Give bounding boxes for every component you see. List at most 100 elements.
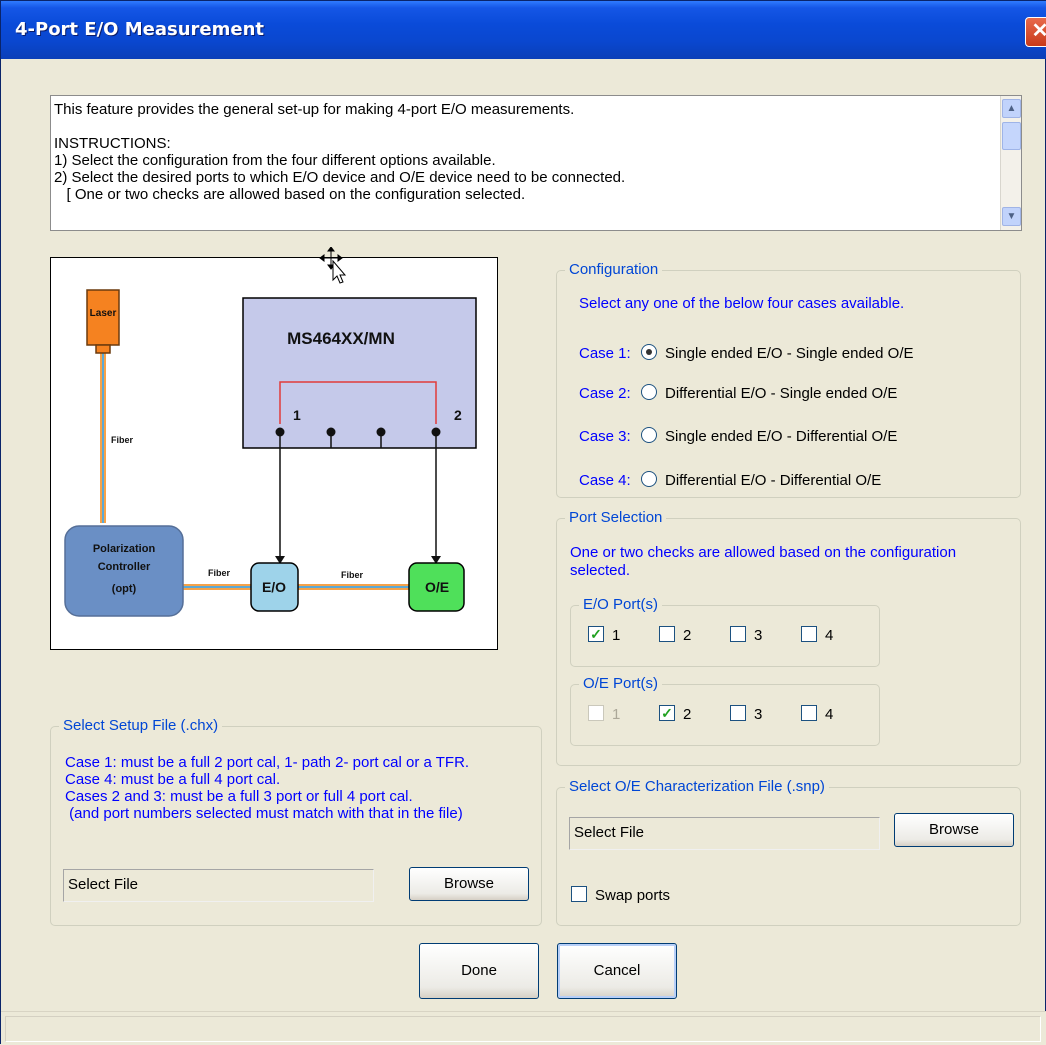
status-pane (5, 1016, 1041, 1042)
eo-label: E/O (262, 579, 286, 595)
case-text: Single ended E/O - Differential O/E (665, 428, 898, 445)
status-bar (1, 1011, 1046, 1045)
pc-label-line1: Polarization (93, 543, 156, 555)
configuration-legend: Configuration (565, 261, 663, 278)
setup-note-1: Case 1: must be a full 2 port cal, 1- pa… (65, 754, 470, 771)
case-3-radio[interactable] (641, 427, 657, 444)
eo-ports-legend: E/O Port(s) (579, 596, 663, 613)
checkbox-box (730, 705, 746, 722)
setup-file-group: Select Setup File (.chx) Case 1: must be… (50, 717, 542, 926)
eo-port-2-checkbox[interactable]: 2 (659, 626, 691, 646)
laser-label: Laser (90, 308, 117, 319)
case-label: Case 4: (579, 472, 631, 489)
case-3-option[interactable]: Case 3: Single ended E/O - Differential O… (579, 427, 897, 447)
case-2-option[interactable]: Case 2: Differential E/O - Single ended O… (579, 384, 897, 404)
oe-port-2-checkbox[interactable]: ✓ 2 (659, 705, 691, 725)
info-line: This feature provides the general set-up… (54, 101, 575, 118)
vna-box (242, 297, 477, 449)
oe-label: O/E (425, 579, 449, 595)
case-4-option[interactable]: Case 4: Differential E/O - Differential O… (579, 471, 881, 491)
move-cursor-icon (319, 247, 347, 284)
swap-ports-label: Swap ports (595, 887, 671, 904)
info-scrollbar[interactable]: ▲ ▼ (1000, 96, 1021, 230)
pc-label-line2: Controller (98, 561, 151, 573)
check-icon: ✓ (588, 626, 604, 643)
check-icon: ✓ (659, 705, 675, 722)
eo-port-1-checkbox[interactable]: ✓ 1 (588, 626, 620, 646)
window-title: 4-Port E/O Measurement (15, 19, 265, 40)
instructions-textbox[interactable]: This feature provides the general set-up… (50, 95, 1022, 231)
case-4-radio[interactable] (641, 471, 657, 488)
setup-note-2: Case 4: must be a full 4 port cal. (65, 771, 281, 788)
configuration-prompt: Select any one of the below four cases a… (579, 295, 905, 312)
port-note-line2: selected. (570, 562, 631, 579)
pc-label-line3: (opt) (112, 583, 137, 595)
fiber-label: Fiber (111, 435, 134, 445)
oe-ports-group: O/E Port(s) 1 ✓ 2 3 4 (570, 675, 880, 746)
eo-port-4-checkbox[interactable]: 4 (801, 626, 833, 646)
oe-port-4-label: 4 (825, 706, 834, 723)
info-line (54, 118, 1021, 135)
case-text: Differential E/O - Differential O/E (665, 472, 882, 489)
setup-note-3: Cases 2 and 3: must be a full 3 port or … (65, 788, 413, 805)
port2-label: 2 (454, 407, 462, 423)
oe-port-1-label: 1 (612, 706, 621, 723)
setup-note-4: (and port numbers selected must match wi… (65, 805, 463, 822)
vna-label: MS464XX/MN (287, 329, 395, 348)
title-bar: 4-Port E/O Measurement ✕ (1, 1, 1046, 59)
checkbox-box (571, 886, 587, 903)
case-1-option[interactable]: Case 1: Single ended E/O - Single ended O… (579, 344, 914, 364)
checkbox-box (801, 705, 817, 722)
oe-port-4-checkbox[interactable]: 4 (801, 705, 833, 725)
setup-file-field[interactable]: Select File (63, 869, 374, 902)
eo-port-4-label: 4 (825, 627, 834, 644)
port-note-line1: One or two checks are allowed based on t… (570, 544, 957, 561)
case-label: Case 2: (579, 385, 631, 402)
info-line: INSTRUCTIONS: (54, 135, 171, 152)
oe-ports-legend: O/E Port(s) (579, 675, 663, 692)
oe-port-3-checkbox[interactable]: 3 (730, 705, 762, 725)
oe-file-group: Select O/E Characterization File (.snp) … (556, 778, 1021, 926)
close-icon: ✕ (1031, 20, 1046, 42)
swap-ports-checkbox[interactable]: Swap ports (571, 886, 670, 906)
case-text: Single ended E/O - Single ended O/E (665, 345, 914, 362)
case-label: Case 3: (579, 428, 631, 445)
fiber-label: Fiber (208, 568, 231, 578)
oe-port-1-checkbox: 1 (588, 705, 620, 725)
eo-port-3-label: 3 (754, 627, 763, 644)
scroll-thumb[interactable] (1002, 122, 1021, 150)
port-selection-legend: Port Selection (565, 509, 667, 526)
scroll-down-icon[interactable]: ▼ (1002, 207, 1021, 226)
info-line: 2) Select the desired ports to which E/O… (54, 169, 626, 186)
case-label: Case 1: (579, 345, 631, 362)
info-line: [ One or two checks are allowed based on… (54, 186, 526, 203)
oe-port-2-label: 2 (683, 706, 692, 723)
checkbox-box (801, 626, 817, 643)
cancel-button[interactable]: Cancel (557, 943, 677, 999)
oe-port-3-label: 3 (754, 706, 763, 723)
port1-label: 1 (293, 407, 301, 423)
setup-diagram: Laser Fiber Fiber Fiber Polarization Con… (50, 257, 498, 650)
checkbox-box (730, 626, 746, 643)
eo-port-3-checkbox[interactable]: 3 (730, 626, 762, 646)
port-selection-group: Port Selection One or two checks are all… (556, 509, 1021, 766)
configuration-group: Configuration Select any one of the belo… (556, 261, 1021, 498)
case-2-radio[interactable] (641, 384, 657, 401)
close-button[interactable]: ✕ (1025, 17, 1046, 47)
done-button[interactable]: Done (419, 943, 539, 999)
eo-ports-group: E/O Port(s) ✓ 1 2 3 4 (570, 596, 880, 667)
case-1-radio[interactable] (641, 344, 657, 361)
setup-file-legend: Select Setup File (.chx) (59, 717, 223, 734)
oe-browse-button[interactable]: Browse (894, 813, 1014, 847)
oe-file-field[interactable]: Select File (569, 817, 880, 850)
eo-port-1-label: 1 (612, 627, 621, 644)
checkbox-box (659, 626, 675, 643)
case-text: Differential E/O - Single ended O/E (665, 385, 898, 402)
setup-browse-button[interactable]: Browse (409, 867, 529, 901)
eo-port-2-label: 2 (683, 627, 692, 644)
dialog-window: 4-Port E/O Measurement ✕ This feature pr… (0, 0, 1046, 1045)
checkbox-box (588, 705, 604, 722)
info-line: 1) Select the configuration from the fou… (54, 152, 496, 169)
scroll-up-icon[interactable]: ▲ (1002, 99, 1021, 118)
fiber-label: Fiber (341, 570, 364, 580)
